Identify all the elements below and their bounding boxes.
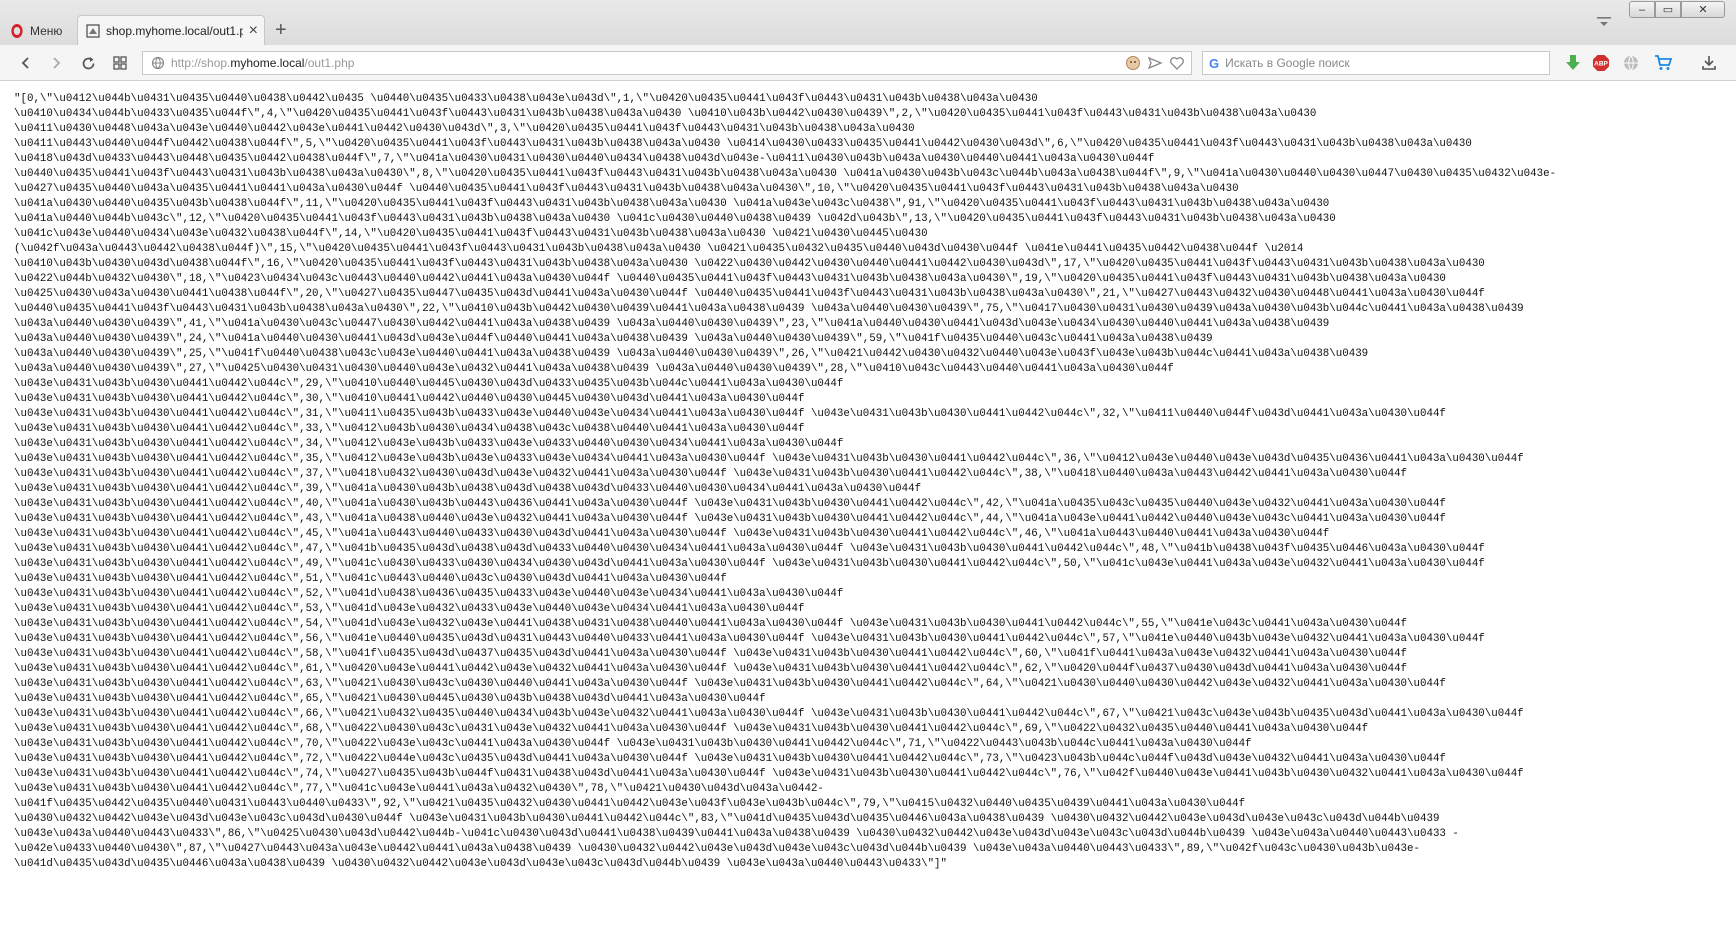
address-bar-actions [1125, 55, 1185, 71]
response-line: \u043a\u0440\u0430\u0439\",25,\"\u041f\u… [14, 348, 1369, 360]
tab-close-icon[interactable]: × [249, 22, 258, 40]
heart-icon[interactable] [1169, 55, 1185, 71]
response-line: \u043e\u0431\u043b\u0430\u0441\u0442\u04… [14, 738, 1252, 750]
adblock-label: ABP [1594, 61, 1608, 68]
response-line: \u043e\u0431\u043b\u0430\u0441\u0442\u04… [14, 768, 1524, 780]
adblock-icon[interactable]: ABP [1592, 54, 1610, 72]
window-close-button[interactable]: ✕ [1681, 1, 1725, 18]
response-line: \u043e\u0431\u043b\u0430\u0441\u0442\u04… [14, 783, 824, 795]
url-path: /out1.php [304, 56, 355, 70]
response-line: \u042e\u0433\u0440\u0430\",87,\"\u0427\u… [14, 843, 1420, 855]
snapshot-icon[interactable] [1125, 55, 1141, 71]
response-line: \u041c\u043e\u0440\u0434\u043e\u0432\u04… [14, 228, 928, 240]
response-line: \u043e\u0431\u043b\u0430\u0441\u0442\u04… [14, 663, 1408, 675]
url-prefix: http://shop. [171, 56, 231, 70]
window-maximize-button[interactable]: ▭ [1655, 1, 1681, 18]
response-line: \u043e\u0431\u043b\u0430\u0441\u0442\u04… [14, 438, 844, 450]
response-line: \u043a\u0440\u0430\u0439\",24,\"\u041a\u… [14, 333, 1213, 345]
response-line: \u041a\u0440\u044b\u043c\",12,\"\u0420\u… [14, 213, 1336, 225]
response-line: \u0411\u0430\u0448\u043a\u043e\u0440\u04… [14, 123, 915, 135]
response-line: \u0425\u0430\u043a\u0430\u0441\u0438\u04… [14, 288, 1485, 300]
response-line: \u0411\u0443\u0440\u044f\u0442\u0438\u04… [14, 138, 1472, 150]
back-arrow-icon [21, 57, 29, 69]
tab-title: shop.myhome.local/out1.php [106, 23, 243, 38]
tab-bar: Меню shop.myhome.local/out1.php × + ‒ ▭ … [0, 0, 1736, 45]
back-button[interactable] [16, 53, 36, 73]
globe-icon[interactable] [1622, 54, 1640, 72]
response-line: \u043e\u0431\u043b\u0430\u0441\u0442\u04… [14, 588, 844, 600]
response-line: \u0430\u0432\u0442\u043e\u043d\u043e\u04… [14, 813, 1440, 825]
response-line: \u043e\u0431\u043b\u0430\u0441\u0442\u04… [14, 603, 805, 615]
response-line: \u043e\u0431\u043b\u0430\u0441\u0442\u04… [14, 693, 766, 705]
navigation-toolbar: http://shop.myhome.local/out1.php G ABP [0, 45, 1736, 81]
grid-icon [113, 56, 127, 70]
response-line: \u043e\u043a\u0440\u0443\u0433\",86,\"\u… [14, 828, 1459, 840]
json-response-text: "[0,\"\u0412\u044b\u0431\u0435\u0440\u04… [14, 92, 1724, 872]
reload-button[interactable] [78, 53, 98, 73]
response-line: \u043e\u0431\u043b\u0430\u0441\u0442\u04… [14, 468, 1408, 480]
response-line: \u043e\u0431\u043b\u0430\u0441\u0442\u04… [14, 483, 922, 495]
browser-tab[interactable]: shop.myhome.local/out1.php × [77, 15, 265, 45]
response-line: \u043e\u0431\u043b\u0430\u0441\u0442\u04… [14, 723, 1369, 735]
response-line: \u043e\u0431\u043b\u0430\u0441\u0442\u04… [14, 408, 1446, 420]
response-line: \u043e\u0431\u043b\u0430\u0441\u0442\u04… [14, 573, 727, 585]
download-arrow-icon[interactable] [1564, 54, 1582, 72]
response-line: \u043e\u0431\u043b\u0430\u0441\u0442\u04… [14, 528, 1330, 540]
response-line: \u043e\u0431\u043b\u0430\u0441\u0442\u04… [14, 423, 805, 435]
response-line: \u043a\u0440\u0430\u0439\",27,\"\u0425\u… [14, 363, 1174, 375]
new-tab-button[interactable]: + [275, 19, 287, 42]
response-line: \u0440\u0435\u0441\u043f\u0443\u0431\u04… [14, 168, 1557, 180]
response-line: \u043e\u0431\u043b\u0430\u0441\u0442\u04… [14, 753, 1446, 765]
opera-logo-icon [11, 24, 23, 38]
response-line: \u043e\u0431\u043b\u0430\u0441\u0442\u04… [14, 393, 805, 405]
response-line: \u043e\u0431\u043b\u0430\u0441\u0442\u04… [14, 633, 1485, 645]
url-host: myhome.local [230, 56, 305, 70]
response-line: (\u042f\u043a\u0443\u0442\u0438\u044f)\"… [14, 243, 1304, 255]
response-line: \u041f\u0435\u0442\u0435\u0440\u0431\u04… [14, 798, 1246, 810]
response-line: \u043e\u0431\u043b\u0430\u0441\u0442\u04… [14, 708, 1524, 720]
response-line: \u043a\u0440\u0430\u0439\",41,\"\u041a\u… [14, 318, 1330, 330]
response-line: \u0440\u0435\u0441\u043f\u0443\u0431\u04… [14, 303, 1524, 315]
url-text[interactable]: http://shop.myhome.local/out1.php [171, 56, 354, 70]
page-content: "[0,\"\u0412\u044b\u0431\u0435\u0440\u04… [0, 81, 1736, 944]
downloads-icon[interactable] [1700, 54, 1718, 72]
forward-arrow-icon [53, 57, 61, 69]
search-bar[interactable]: G [1202, 51, 1550, 75]
tab-menu-icon[interactable] [1596, 16, 1612, 28]
response-line: \u0410\u0434\u044b\u0433\u0435\u044f\",4… [14, 108, 1317, 120]
response-line: \u043e\u0431\u043b\u0430\u0441\u0442\u04… [14, 618, 1408, 630]
response-line: \u043e\u0431\u043b\u0430\u0441\u0442\u04… [14, 558, 1485, 570]
google-icon: G [1209, 55, 1220, 71]
response-line: \u0422\u044b\u0432\u0430\",18,\"\u0423\u… [14, 273, 1446, 285]
speed-dial-button[interactable] [110, 53, 130, 73]
reload-icon [82, 56, 94, 69]
response-line: \u0427\u0435\u0440\u043a\u0435\u0441\u04… [14, 183, 1239, 195]
window-minimize-button[interactable]: ‒ [1629, 1, 1655, 18]
forward-button[interactable] [46, 53, 66, 73]
menu-label: Меню [30, 24, 63, 38]
response-line: \u0418\u043d\u0433\u0443\u0448\u0435\u04… [14, 153, 1155, 165]
response-line: \u043e\u0431\u043b\u0430\u0441\u0442\u04… [14, 543, 1485, 555]
response-line: \u043e\u0431\u043b\u0430\u0441\u0442\u04… [14, 453, 1524, 465]
favicon-icon [86, 23, 100, 38]
opera-menu-button[interactable]: Меню [10, 20, 62, 42]
search-input[interactable] [1223, 55, 1549, 71]
response-line: \u041a\u0430\u0440\u0435\u043b\u0438\u04… [14, 198, 1330, 210]
response-line: \u043e\u0431\u043b\u0430\u0441\u0442\u04… [14, 513, 1446, 525]
send-icon[interactable] [1147, 55, 1163, 71]
response-line: \u043e\u0431\u043b\u0430\u0441\u0442\u04… [14, 648, 1408, 660]
site-info-icon[interactable] [151, 56, 165, 70]
response-line: \u043e\u0431\u043b\u0430\u0441\u0442\u04… [14, 498, 1446, 510]
response-line: "[0,\"\u0412\u044b\u0431\u0435\u0440\u04… [14, 93, 1038, 105]
response-line: \u043e\u0431\u043b\u0430\u0441\u0442\u04… [14, 678, 1446, 690]
response-line: \u043e\u0431\u043b\u0430\u0441\u0442\u04… [14, 378, 844, 390]
response-line: \u0410\u043b\u0430\u043d\u0438\u044f\",1… [14, 258, 1485, 270]
address-bar[interactable]: http://shop.myhome.local/out1.php [142, 51, 1192, 75]
cart-icon[interactable] [1654, 54, 1672, 72]
response-line: \u041d\u0435\u043d\u0435\u0446\u043a\u04… [14, 858, 948, 870]
